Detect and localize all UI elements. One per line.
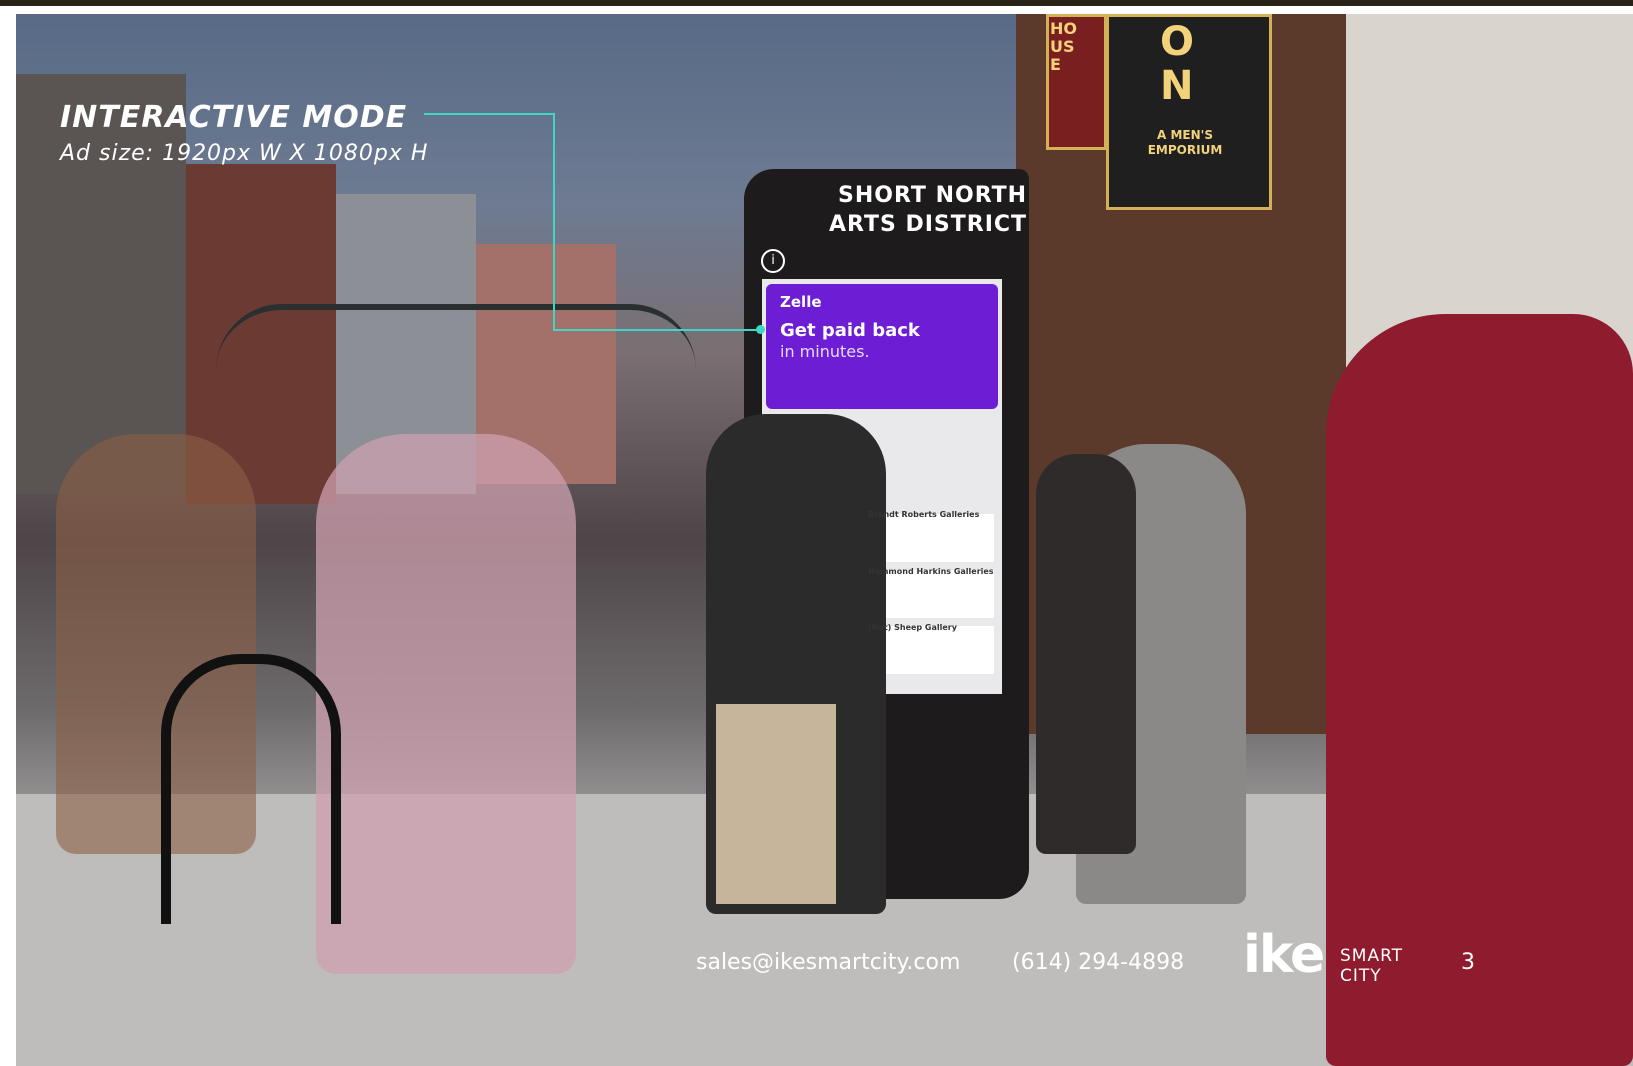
leader-line-vertical <box>553 113 555 331</box>
bike-rack <box>161 654 341 924</box>
leader-line-horizontal <box>424 113 555 115</box>
ike-logo-city: CITY <box>1340 966 1382 986</box>
walking-man <box>1036 454 1136 854</box>
list-item-title: Hammond Harkins Galleries <box>868 567 994 576</box>
info-icon: i <box>761 249 785 273</box>
zelle-logo: Zelle <box>780 293 822 311</box>
ad-size-label: Ad size: 1920px W X 1080px H <box>60 141 429 166</box>
left-stone-building <box>16 74 186 494</box>
sign-on-text: ON <box>1160 19 1195 109</box>
contact-email[interactable]: sales@ikesmartcity.com <box>696 950 960 975</box>
leader-dot <box>756 325 765 334</box>
zelle-subline: in minutes. <box>780 342 870 361</box>
ike-logo-smart: SMART <box>1340 946 1404 966</box>
zelle-headline: Get paid back <box>780 320 920 341</box>
page-number: 3 <box>1461 950 1475 975</box>
blurred-pedestrian <box>316 434 576 974</box>
person-at-kiosk-legs <box>716 704 836 904</box>
street-scene-photo: i <box>16 14 1633 1066</box>
contact-phone[interactable]: (614) 294-4898 <box>1012 950 1184 975</box>
sign-house-text: HOUSE <box>1050 19 1077 74</box>
kiosk-header-line1: SHORT NORTH <box>838 183 1028 208</box>
kiosk-header-line2: ARTS DISTRICT <box>829 212 1028 237</box>
sign-emporium-text: A MEN'S EMPORIUM <box>1147 128 1223 157</box>
list-item-title: (Not) Sheep Gallery <box>868 623 957 632</box>
top-border-bar <box>0 0 1633 6</box>
list-item-title: Brandt Roberts Galleries <box>868 510 980 519</box>
ike-logo: ike <box>1243 925 1325 985</box>
street-arch <box>216 304 696 370</box>
leader-line-to-screen <box>553 329 761 331</box>
mode-title: INTERACTIVE MODE <box>60 100 408 135</box>
